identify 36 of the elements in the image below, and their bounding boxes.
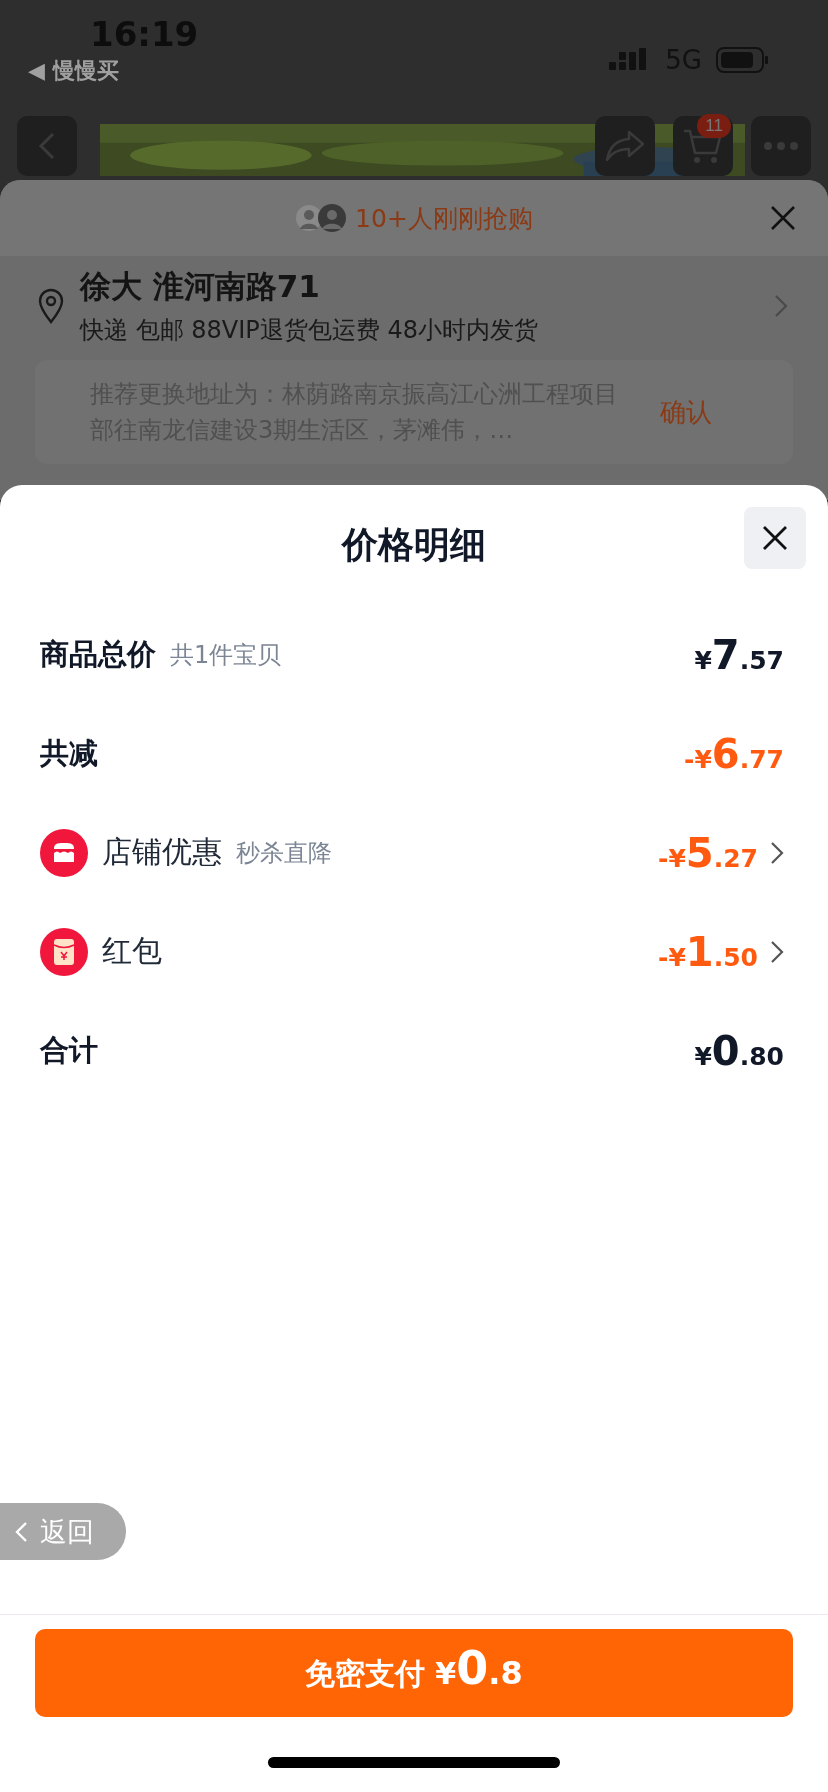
recent-buyers-text: 10+人刚刚抢购: [355, 202, 533, 235]
row-label: 合计: [40, 1031, 98, 1069]
chevron-left-icon: [14, 1520, 28, 1543]
store-icon: [40, 828, 88, 877]
chevron-right-icon[interactable]: [770, 840, 784, 865]
chevron-right-icon[interactable]: [770, 939, 784, 964]
row-note: 秒杀直降: [236, 837, 332, 869]
back-icon: [37, 131, 57, 161]
back-pill-button[interactable]: 返回: [0, 1503, 126, 1560]
confirm-link[interactable]: 确认: [660, 394, 712, 430]
close-button[interactable]: [744, 507, 806, 569]
price-amount: -¥6.77: [684, 730, 784, 777]
row-label: 商品总价: [40, 635, 156, 673]
sheet-title: 价格明细: [342, 522, 486, 567]
row-label: 红包: [102, 932, 162, 970]
location-pin-icon: [38, 288, 64, 324]
avatar-icon: [317, 203, 348, 233]
pay-button[interactable]: 免密支付 ¥0.8: [35, 1629, 793, 1717]
row-label: 共减: [40, 734, 98, 772]
address-name[interactable]: 徐大 淮河南路71: [80, 266, 758, 308]
share-icon: [605, 129, 645, 163]
price-amount: ¥0.80: [694, 1027, 784, 1074]
more-icon: [763, 141, 799, 151]
close-icon: [761, 524, 789, 552]
price-amount: -¥5.27: [658, 829, 758, 876]
row-label: 店铺优惠: [102, 833, 222, 871]
price-amount: -¥1.50: [658, 928, 758, 975]
envelope-icon: [40, 927, 88, 976]
row-note: 共1件宝贝: [170, 639, 282, 671]
cart-button[interactable]: 11: [673, 116, 733, 176]
price-amount: ¥7.57: [694, 631, 784, 678]
shipping-info: 快递 包邮 88VIP退货包运费 48小时内发货: [80, 315, 539, 346]
battery-icon: [716, 47, 770, 73]
close-icon[interactable]: [770, 205, 796, 231]
cart-badge: 11: [697, 114, 731, 138]
back-to-app-link[interactable]: ◀ 慢慢买: [28, 56, 199, 86]
